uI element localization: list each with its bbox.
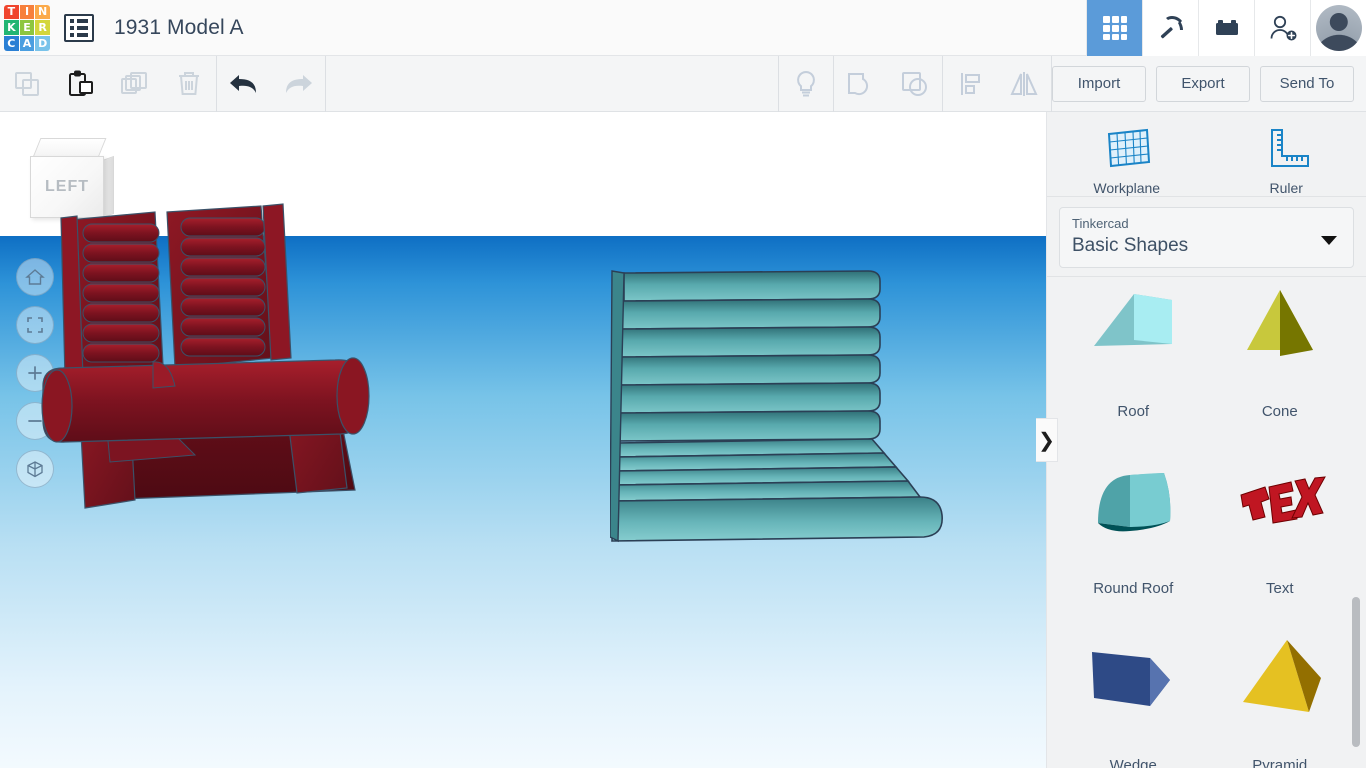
undo-arrow-icon[interactable] (217, 56, 271, 112)
logo-tile-t: T (4, 5, 19, 20)
ruler-tool[interactable]: Ruler (1221, 126, 1351, 196)
logo-tile-r: R (35, 20, 50, 35)
shape-text-thumbnail (1212, 428, 1349, 574)
menu-row (70, 19, 88, 23)
shape-wedge[interactable]: Wedge (1065, 605, 1202, 768)
chevron-right-icon[interactable]: ❯ (1036, 418, 1058, 462)
shape-pyramid-label: Pyramid (1252, 757, 1307, 768)
hint-tool-group (779, 56, 833, 112)
align-tool-group (943, 56, 1051, 112)
avatar-image (1316, 5, 1362, 51)
workplane-grid-icon (1101, 126, 1153, 172)
shape-pyramid-thumbnail (1212, 605, 1349, 751)
logo-tile-i: I (20, 5, 35, 20)
logo-tile-d: D (35, 36, 50, 51)
menu-row (70, 26, 88, 30)
shape-roof-thumbnail (1065, 277, 1202, 397)
menu-line (77, 33, 88, 37)
export-button[interactable]: Export (1156, 66, 1250, 102)
grid-apps-icon[interactable] (1086, 0, 1142, 56)
logo-tile-c: C (4, 36, 19, 51)
logo-tile-k: K (4, 20, 19, 35)
teal-ribbed-cushion-model[interactable] (610, 267, 960, 557)
library-name-label: Basic Shapes (1072, 235, 1341, 257)
import-button[interactable]: Import (1052, 66, 1146, 102)
menu-dot (70, 26, 74, 30)
pickaxe-minecraft-icon[interactable] (1142, 0, 1198, 56)
align-icon[interactable] (943, 56, 997, 112)
shape-text[interactable]: Text (1212, 428, 1349, 605)
history-tool-group (217, 56, 325, 112)
shape-roof[interactable]: Roof (1065, 277, 1202, 428)
group-shapes-icon[interactable] (834, 56, 888, 112)
tinkercad-logo[interactable]: TIN KER CAD (4, 5, 50, 51)
tinkercad-app: TIN KER CAD 1931 Model A (0, 0, 1366, 768)
3d-viewport[interactable]: LEFT (0, 112, 1046, 768)
group-tool-group (834, 56, 942, 112)
duplicate-icon[interactable] (108, 56, 162, 112)
header-icon-group (1086, 0, 1310, 56)
shape-round-roof-label: Round Roof (1093, 580, 1173, 597)
workplane-tool[interactable]: Workplane (1062, 126, 1192, 196)
panel-scrollbar[interactable] (1352, 597, 1360, 747)
menu-line (77, 19, 88, 23)
shape-wedge-label: Wedge (1110, 757, 1157, 768)
lightbulb-hint-icon[interactable] (779, 56, 833, 112)
copy-icon[interactable] (0, 56, 54, 112)
avatar[interactable] (1310, 0, 1366, 56)
redo-arrow-icon[interactable] (271, 56, 325, 112)
ruler-tool-label: Ruler (1270, 180, 1303, 196)
shape-library-select-wrap: Tinkercad Basic Shapes (1047, 197, 1366, 276)
panel-tool-row: Workplane Ruler (1047, 112, 1366, 197)
menu-dot (70, 19, 74, 23)
shape-round-roof[interactable]: Round Roof (1065, 428, 1202, 605)
edit-tool-group (0, 56, 216, 112)
menu-dot (70, 33, 74, 37)
ruler-icon (1260, 126, 1312, 172)
shape-cone[interactable]: Cone (1212, 277, 1349, 428)
shapes-panel: Workplane Ruler Tinkercad Basic Shapes (1046, 112, 1366, 768)
action-button-group: Import Export Send To (1052, 66, 1366, 102)
shape-cone-label: Cone (1262, 403, 1298, 420)
delete-trash-icon[interactable] (162, 56, 216, 112)
toolbar-divider (325, 56, 326, 112)
shape-pyramid[interactable]: Pyramid (1212, 605, 1349, 768)
shape-library-select[interactable]: Tinkercad Basic Shapes (1059, 207, 1354, 268)
shape-list-scroll[interactable]: Roof Cone Round Roof Text Wedge Pyramid (1047, 277, 1366, 768)
main-toolbar: Import Export Send To (0, 56, 1366, 112)
shape-round-roof-thumbnail (1065, 428, 1202, 574)
blocks-lego-icon[interactable] (1198, 0, 1254, 56)
logo-tile-e: E (20, 20, 35, 35)
menu-row (70, 33, 88, 37)
paste-icon[interactable] (54, 56, 108, 112)
mirror-flip-icon[interactable] (997, 56, 1051, 112)
shape-cone-thumbnail (1212, 277, 1349, 397)
shape-roof-label: Roof (1117, 403, 1149, 420)
list-menu-icon[interactable] (64, 14, 94, 42)
logo-tile-a: A (20, 36, 35, 51)
ungroup-shapes-icon[interactable] (888, 56, 942, 112)
shape-grid: Roof Cone Round Roof Text Wedge Pyramid (1065, 277, 1348, 768)
menu-line (77, 26, 88, 30)
add-person-icon[interactable] (1254, 0, 1310, 56)
chevron-down-icon (1321, 236, 1337, 245)
shape-wedge-thumbnail (1065, 605, 1202, 751)
app-header: TIN KER CAD 1931 Model A (0, 0, 1366, 56)
red-ribbed-seat-model[interactable] (35, 200, 415, 530)
shape-text-label: Text (1266, 580, 1294, 597)
page-title[interactable]: 1931 Model A (114, 16, 244, 40)
logo-tile-n: N (35, 5, 50, 20)
send-to-button[interactable]: Send To (1260, 66, 1354, 102)
workplane-tool-label: Workplane (1093, 180, 1160, 196)
library-source-label: Tinkercad (1072, 216, 1341, 231)
